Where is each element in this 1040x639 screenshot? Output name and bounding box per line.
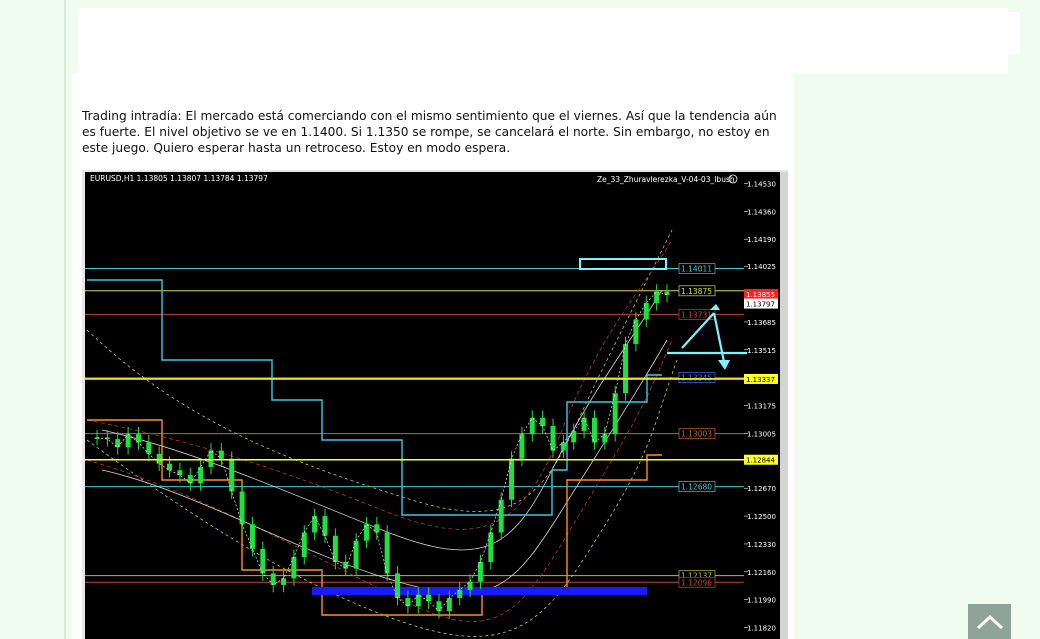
candle-body (260, 548, 266, 574)
y-tick-label: 1.12670 (747, 485, 776, 493)
y-tick-label: 1.11990 (747, 597, 776, 605)
candle-body (581, 417, 587, 431)
candle-body (187, 475, 193, 484)
candle-body (560, 442, 566, 451)
candle-body (249, 524, 255, 549)
scroll-to-top-button[interactable] (968, 604, 1011, 639)
candle-body (291, 557, 297, 579)
price-tag-label: 1.13337 (746, 376, 775, 384)
chart-scrollbar[interactable] (780, 172, 788, 639)
candle-body (623, 344, 629, 394)
page-left-rule (64, 0, 66, 639)
chevron-up-icon (976, 614, 1003, 629)
level-label: 1.13003 (681, 430, 712, 439)
candle-body (498, 499, 504, 533)
level-label: 1.14011 (681, 265, 712, 274)
y-tick-label: 1.12500 (747, 513, 776, 521)
level-label: 1.13345 (681, 374, 712, 383)
y-tick-label: 1.13175 (747, 403, 776, 411)
chart-indicator-label: Ze_33_Zhuravlerezka_V-04-03_Ibush (597, 175, 735, 184)
y-tick-label: 1.13005 (747, 430, 776, 438)
candle-body (509, 458, 515, 500)
y-tick-label: 1.14190 (747, 236, 776, 244)
y-tick-label: 1.12160 (747, 569, 776, 577)
chart-background (85, 172, 744, 639)
level-label: 1.13875 (681, 287, 712, 296)
candle-body (550, 425, 556, 451)
candle-body (270, 573, 276, 585)
candle-body (218, 450, 224, 459)
candle-body (540, 417, 546, 426)
level-label: 1.12680 (681, 483, 712, 492)
y-tick-label: 1.12330 (747, 541, 776, 549)
candle-body (446, 598, 452, 612)
price-tag-label: 1.13797 (746, 301, 775, 309)
candle-body (436, 601, 442, 612)
level-label: 1.13731 (681, 310, 712, 319)
candle-body (146, 442, 152, 454)
level-label: 1.12096 (681, 578, 712, 587)
blue-support-zone (312, 587, 647, 595)
candle-body (415, 594, 421, 607)
y-tick-label: 1.11820 (747, 625, 776, 633)
candle-body (353, 540, 359, 569)
y-tick-label: 1.14530 (747, 180, 776, 188)
y-tick-label: 1.13685 (747, 319, 776, 327)
price-tag-label: 1.13855 (746, 291, 775, 299)
chart-symbol-header: EURUSD,H1 1.13805 1.13807 1.13784 1.1379… (90, 174, 268, 183)
candle-body (239, 491, 245, 525)
candle-body (477, 561, 483, 582)
y-tick-label: 1.13515 (747, 347, 776, 355)
y-tick-label: 1.14025 (747, 263, 776, 271)
candle-body (602, 434, 608, 443)
candle-body (374, 524, 380, 533)
candle-body (571, 430, 577, 443)
candle-body (322, 516, 328, 536)
eurusd-h1-chart: 1.14530 1.14360 1.14190 1.14025 1.13855 1.136… (85, 172, 788, 639)
price-tag-label: 1.12844 (746, 457, 775, 465)
candle-body (281, 578, 287, 585)
candle-body (135, 434, 141, 443)
article-paragraph: Trading intradía: El mercado está comerc… (82, 109, 777, 155)
header-banner-right (520, 12, 1020, 54)
y-tick-label: 1.14360 (747, 208, 776, 216)
candle-body (591, 417, 597, 443)
